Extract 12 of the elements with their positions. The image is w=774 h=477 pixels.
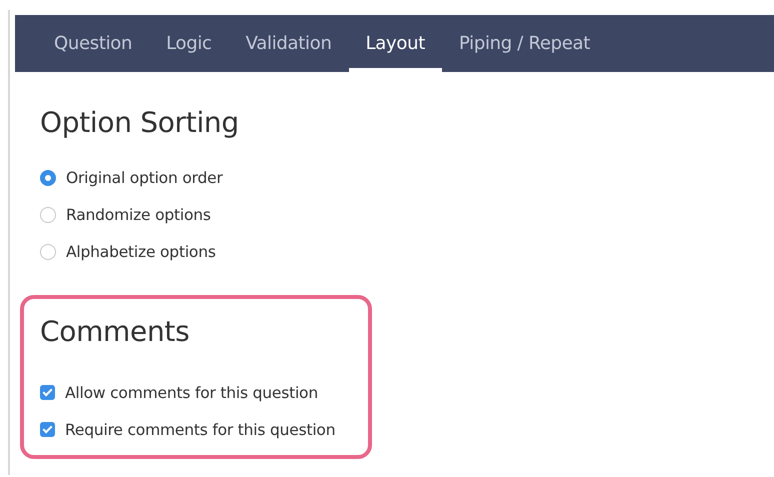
tab[interactable]: Question	[37, 15, 150, 72]
option-label: Allow comments for this question	[65, 384, 318, 402]
option-label: Alphabetize options	[66, 242, 216, 260]
option-label: Original option order	[66, 168, 223, 186]
section-heading: Comments	[40, 315, 190, 348]
tab[interactable]: Piping / Repeat	[442, 15, 608, 72]
option-label: Require comments for this question	[65, 420, 336, 438]
tab[interactable]: Logic	[149, 15, 229, 72]
option-label: Randomize options	[66, 206, 211, 224]
tab[interactable]: Validation	[228, 15, 349, 72]
tab[interactable]: Layout	[348, 15, 442, 72]
section-heading: Option Sorting	[40, 106, 240, 139]
